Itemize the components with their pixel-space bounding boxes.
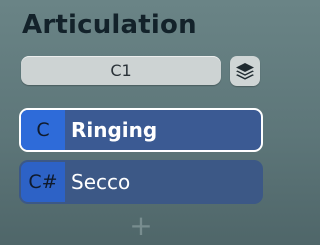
articulation-name: Secco: [71, 170, 131, 194]
keyswitch-selector[interactable]: C1: [21, 56, 221, 85]
panel-title: Articulation: [22, 10, 197, 40]
articulation-key: C: [21, 110, 65, 150]
articulation-item-secco[interactable]: C# Secco: [19, 160, 263, 204]
add-articulation-button[interactable]: +: [129, 212, 153, 240]
layers-button[interactable]: [230, 56, 260, 86]
articulation-name: Ringing: [71, 118, 158, 142]
layers-icon: [236, 63, 254, 80]
articulation-key: C#: [21, 162, 65, 202]
articulation-item-ringing[interactable]: C Ringing: [19, 108, 263, 152]
